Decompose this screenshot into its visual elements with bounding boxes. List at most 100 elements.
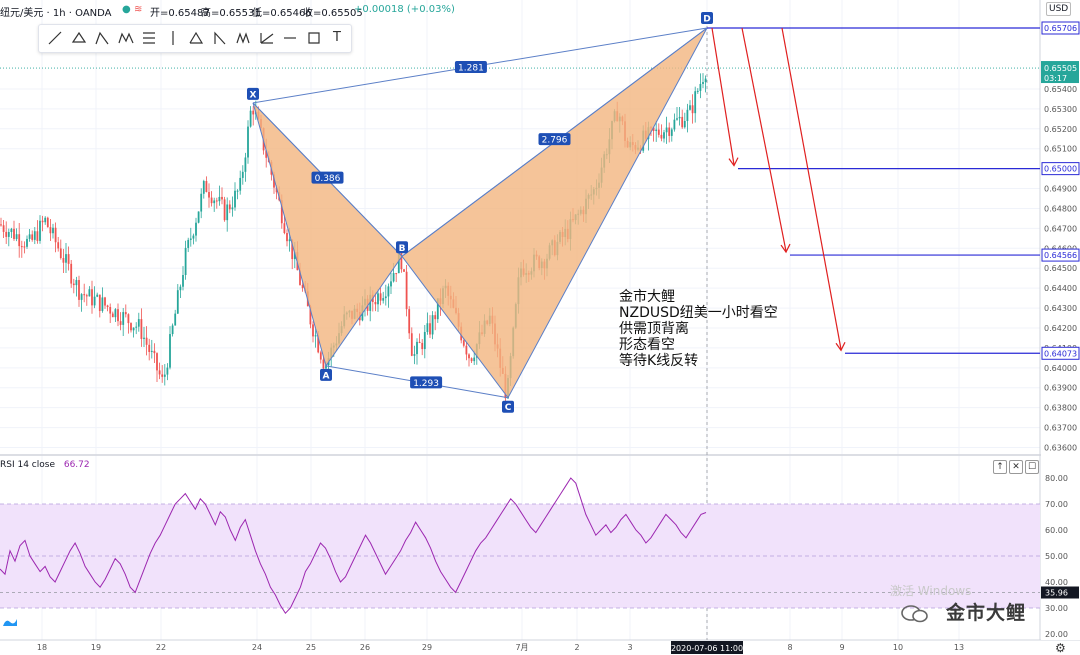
candle-body [434,315,437,320]
channel-tool-icon[interactable] [69,28,89,48]
indicator-icon[interactable]: ● [122,4,131,15]
rectangle-icon[interactable] [304,28,324,48]
candle-body [91,289,93,306]
time-tick: 19 [91,643,101,652]
candle-body [106,305,109,308]
move-up-button[interactable]: ↑ [993,460,1007,474]
xabcd-pattern-icon[interactable] [116,28,136,48]
price-tick: 0.64000 [1044,364,1077,373]
note-line-1: 金市大鲤 [619,289,675,305]
candle-body [252,110,255,115]
candle-body [150,350,153,352]
candle-body [431,315,434,335]
gann-icon[interactable] [257,28,277,48]
candle-body [124,312,127,315]
candle-body [379,293,382,301]
settings-gear-icon[interactable]: ⚙ [1055,641,1066,655]
tradingview-logo-icon[interactable] [2,616,18,628]
rsi-tick: 80.00 [1045,474,1068,483]
candle-body [465,345,468,355]
candle-body [83,294,86,296]
horizontal-ray-icon[interactable] [280,28,300,48]
zigzag-icon[interactable] [233,28,253,48]
candle-body [241,171,244,178]
candle-body [145,337,148,345]
price-tick: 0.63600 [1044,444,1077,453]
candle-body [416,341,418,355]
text-tool-icon[interactable]: T [327,28,347,48]
candle-body [189,238,192,240]
candle-body [7,232,10,237]
candle-body [23,246,26,248]
candle-body [673,119,676,130]
candle-body [418,341,421,343]
watermark: 激活 Windows 金市大鲤 [890,582,1040,624]
candle-body [683,120,686,128]
candle-body [15,234,18,239]
rsi-label[interactable]: RSI 14 close [0,460,55,470]
vertical-line-icon[interactable] [163,28,183,48]
wave-icon[interactable]: ≋ [134,4,142,15]
candle-body [182,274,184,287]
price-chart[interactable]: X A B C D 1.281 0.386 2.796 1.293 0.65400 0.65300… [0,0,1080,655]
candle-body [676,118,678,120]
note-line-2: NZDUSD纽美一小时看空 [619,305,778,321]
candle-body [231,207,234,210]
candle-body [174,313,177,326]
point-label-a: A [323,371,330,381]
candle-body [171,325,174,335]
point-label-d: D [703,15,710,25]
candle-body [33,231,36,240]
triangle-pattern-icon[interactable] [92,28,112,48]
candle-body [288,239,291,242]
candle-body [395,273,398,275]
candle-body [101,297,104,311]
candle-body [80,294,83,300]
candle-body [283,223,286,234]
currency-label[interactable]: USD [1046,2,1072,16]
candle-body [135,326,138,328]
candle-body [78,280,80,300]
candle-body [2,225,5,232]
candle-body [130,323,132,331]
candle-body [236,190,239,192]
countdown-label: 03:17 [1044,74,1067,83]
candle-body [127,314,130,324]
ratio-label: 0.386 [315,174,341,184]
candle-body [218,196,221,202]
candle-body [161,374,164,377]
rsi-plot [0,477,1040,615]
candle-body [39,220,41,241]
wechat-icon [901,605,928,623]
triangle-icon[interactable] [210,28,230,48]
candle-body [244,157,247,172]
candle-body [62,258,65,263]
candle-body [286,233,288,242]
candle-body [85,295,88,297]
time-tick: 9 [839,643,844,652]
candle-body [140,319,143,339]
maximize-panel-button[interactable]: ☐ [1025,460,1039,474]
analysis-note: 金市大鲤 NZDUSD纽美一小时看空 供需顶背离 形态看空 等待K线反转 [619,289,778,369]
close-panel-button[interactable]: ✕ [1009,460,1023,474]
symbol-label[interactable]: 纽元/美元 · 1h · OANDA [0,4,112,19]
price-tick: 0.65300 [1044,105,1077,114]
candle-body [390,281,392,287]
candle-body [70,263,73,284]
candle-body [179,286,182,291]
candle-body [670,129,673,136]
fib-tool-icon[interactable] [139,28,159,48]
candle-body [462,340,465,346]
candle-body [657,129,660,135]
fib-extension-icon[interactable] [186,28,206,48]
candle-body [98,294,101,311]
candle-body [655,129,658,132]
point-label-c: C [505,403,512,413]
candle-body [122,312,125,325]
candle-body [410,333,413,356]
symbol-toolbar: 纽元/美元 · 1h · OANDA ● ≋ 开=0.65487 高=0.655… [0,0,500,22]
line-tool-icon[interactable] [45,28,65,48]
time-tick: 7月 [515,643,528,652]
candle-body [5,231,8,237]
candle-body [681,116,684,128]
